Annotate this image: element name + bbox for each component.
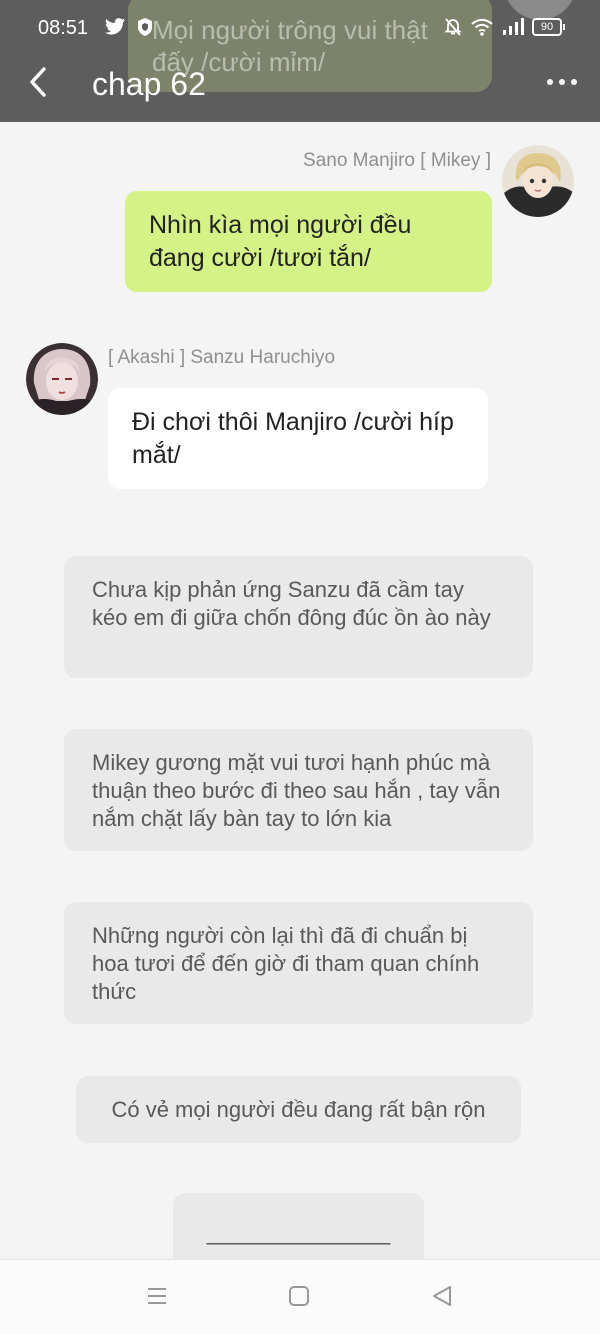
avatar-image [502,145,574,217]
shield-icon [138,18,152,36]
avatar-image [26,343,98,415]
home-button[interactable] [287,1284,313,1310]
narration-bubble: Chưa kịp phản ứng Sanzu đã cầm tay kéo e… [64,556,533,678]
chevron-left-icon [30,67,46,97]
page-title: chap 62 [92,66,206,102]
more-options-button[interactable] [542,66,582,98]
twitter-icon [104,18,126,35]
signal-icon [503,18,524,35]
status-right-icons: 90 [444,17,565,37]
narration-bubble: Những người còn lại thì đã đi chuẩn bị h… [64,902,533,1024]
avatar-sanzu[interactable] [26,343,98,415]
message-bubble-sanzu: Đi chơi thôi Manjiro /cười híp mắt/ [108,388,488,489]
narration-bubble: Có vẻ mọi người đều đang rất bận rộn [76,1076,521,1143]
wifi-icon [471,18,493,36]
status-time: 08:51 [38,17,89,39]
narration-bubble: Mikey gương mặt vui tươi hạnh phúc mà th… [64,729,533,851]
top-app-bar: Mọi người trông vui thật đấy /cười mỉm/ … [0,0,600,122]
more-horizontal-icon [547,79,553,85]
recent-apps-button[interactable] [145,1284,171,1310]
sender-name-sanzu: [ Akashi ] Sanzu Haruchiyo [108,347,336,368]
message-bubble-mikey: Nhìn kìa mọi người đều đang cười /tươi t… [125,191,492,292]
system-navigation-bar [0,1259,600,1334]
status-left-icons [104,17,154,37]
back-triangle-icon [433,1286,451,1306]
avatar-mikey[interactable] [502,145,574,217]
back-nav-button[interactable] [430,1284,456,1310]
battery-icon: 90 [532,18,565,36]
back-button[interactable] [24,64,52,100]
sender-name-mikey: Sano Manjiro [ Mikey ] [303,150,491,171]
menu-icon [148,1288,166,1304]
home-square-icon [289,1286,309,1306]
bell-off-icon [444,18,462,36]
